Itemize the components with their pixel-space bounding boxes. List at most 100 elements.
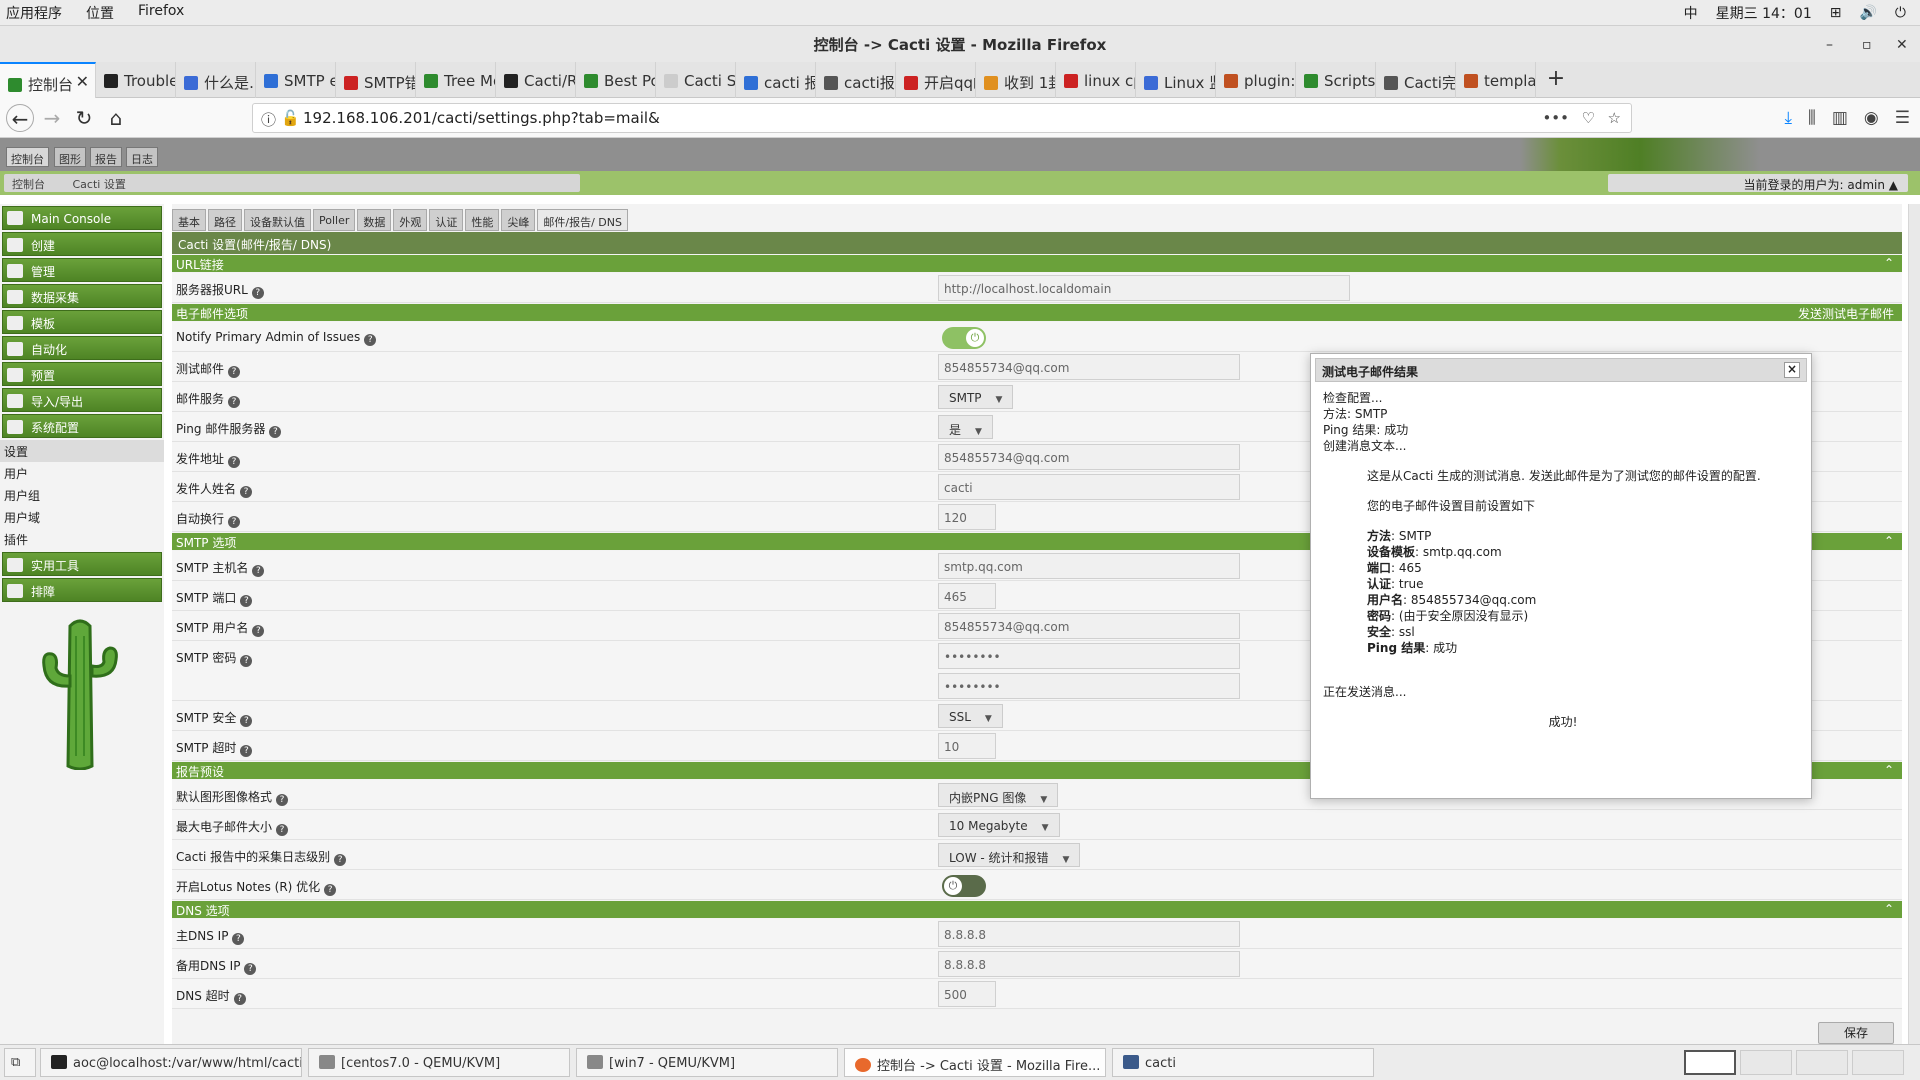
- page-actions-icon[interactable]: •••: [1542, 109, 1569, 127]
- help-icon[interactable]: ?: [232, 933, 245, 945]
- smtp-host-input[interactable]: smtp.qq.com: [938, 553, 1240, 579]
- graph-format-select[interactable]: 内嵌PNG 图像 ▼: [938, 783, 1059, 807]
- help-icon[interactable]: ?: [334, 854, 347, 866]
- close-tab-icon[interactable]: ✕: [76, 72, 89, 91]
- lotus-notes-toggle[interactable]: ⏻: [942, 875, 986, 897]
- primary-dns-input[interactable]: 8.8.8.8: [938, 921, 1240, 947]
- smtp-timeout-input[interactable]: 10: [938, 733, 996, 759]
- main-tab-logs[interactable]: 日志: [126, 147, 158, 167]
- sidebar-item-user-groups[interactable]: 用户组: [0, 484, 164, 506]
- help-icon[interactable]: ?: [269, 426, 282, 438]
- smtp-username-input[interactable]: 854855734@qq.com: [938, 613, 1240, 639]
- menu-presets[interactable]: 预置: [2, 362, 162, 386]
- help-icon[interactable]: ?: [324, 884, 337, 896]
- network-icon[interactable]: ⊞: [1830, 5, 1842, 21]
- menu-templates[interactable]: 模板: [2, 310, 162, 334]
- help-icon[interactable]: ?: [240, 655, 253, 667]
- taskbar-item-firefox[interactable]: 控制台 -> Cacti 设置 - Mozilla Fire...: [844, 1048, 1106, 1077]
- help-icon[interactable]: ?: [240, 715, 253, 727]
- save-button[interactable]: 保存: [1818, 1022, 1894, 1044]
- browser-tab[interactable]: Cacti Scr: [656, 62, 736, 98]
- tab-paths[interactable]: 路径: [208, 209, 242, 231]
- browser-tab[interactable]: 控制台 ✕: [0, 62, 96, 98]
- tab-device-defaults[interactable]: 设备默认值: [244, 209, 311, 231]
- tab-performance[interactable]: 性能: [465, 209, 500, 231]
- tab-data[interactable]: 数据: [357, 209, 392, 231]
- workspace-3[interactable]: [1796, 1050, 1848, 1075]
- clock[interactable]: 星期三 14：01: [1716, 3, 1812, 23]
- smtp-password-confirm-input[interactable]: ••••••••: [938, 673, 1240, 699]
- menu-configuration[interactable]: 系统配置: [2, 414, 162, 438]
- menu-management[interactable]: 管理: [2, 258, 162, 282]
- tab-spikes[interactable]: 尖峰: [501, 209, 536, 231]
- browser-tab[interactable]: Cacti/RE: [496, 62, 576, 98]
- help-icon[interactable]: ?: [276, 824, 289, 836]
- browser-tab[interactable]: 什么是…: [176, 62, 256, 98]
- help-icon[interactable]: ?: [252, 625, 265, 637]
- smtp-port-input[interactable]: 465: [938, 583, 996, 609]
- show-desktop-icon[interactable]: ⧉: [4, 1048, 36, 1077]
- browser-tab[interactable]: cacti 报警: [736, 62, 816, 98]
- menu-import-export[interactable]: 导入/导出: [2, 388, 162, 412]
- help-icon[interactable]: ?: [228, 366, 241, 378]
- menu-data-collection[interactable]: 数据采集: [2, 284, 162, 308]
- sidebar-item-settings[interactable]: 设置: [0, 440, 164, 462]
- sidebar-icon[interactable]: ▥: [1832, 108, 1848, 128]
- firefox-app-menu[interactable]: Firefox: [138, 3, 184, 23]
- help-icon[interactable]: ?: [240, 486, 253, 498]
- menu-automation[interactable]: 自动化: [2, 336, 162, 360]
- server-url-input[interactable]: http://localhost.localdomain: [938, 275, 1350, 301]
- page-scrollbar[interactable]: [1908, 204, 1920, 1044]
- from-address-input[interactable]: 854855734@qq.com: [938, 444, 1240, 470]
- browser-tab[interactable]: 开启qq邮: [896, 62, 976, 98]
- bookmark-star-icon[interactable]: ☆: [1608, 109, 1621, 127]
- input-method-indicator[interactable]: 中: [1684, 3, 1698, 23]
- collapse-icon[interactable]: ⌃: [1884, 763, 1894, 777]
- send-test-email-link[interactable]: 发送测试电子邮件: [1798, 305, 1894, 322]
- help-icon[interactable]: ?: [252, 565, 265, 577]
- browser-tab[interactable]: Best Pos: [576, 62, 656, 98]
- browser-tab[interactable]: plugin:se: [1216, 62, 1296, 98]
- smtp-security-select[interactable]: SSL ▼: [938, 704, 1003, 728]
- browser-tab[interactable]: Linux 监: [1136, 62, 1216, 98]
- workspace-4[interactable]: [1852, 1050, 1904, 1075]
- download-icon[interactable]: ⤓: [1785, 108, 1793, 128]
- secondary-dns-input[interactable]: 8.8.8.8: [938, 951, 1240, 977]
- collapse-icon[interactable]: ⌃: [1884, 534, 1894, 548]
- tab-mail-reporting-dns[interactable]: 邮件/报告/ DNS: [537, 209, 628, 231]
- tab-authentication[interactable]: 认证: [429, 209, 464, 231]
- smtp-password-input[interactable]: ••••••••: [938, 643, 1240, 669]
- help-icon[interactable]: ?: [233, 993, 246, 1005]
- taskbar-item-terminal[interactable]: aoc@localhost:/var/www/html/cacti-...: [40, 1048, 302, 1077]
- sidebar-item-plugins[interactable]: 插件: [0, 528, 164, 550]
- applications-menu[interactable]: 应用程序: [6, 3, 62, 23]
- menu-troubleshooting[interactable]: 排障: [2, 578, 162, 602]
- forward-button[interactable]: →: [38, 104, 66, 132]
- max-email-size-select[interactable]: 10 Megabyte ▼: [938, 813, 1060, 837]
- breadcrumb-console[interactable]: 控制台: [12, 178, 45, 191]
- browser-tab[interactable]: Scripts a: [1296, 62, 1376, 98]
- power-icon[interactable]: ⏻: [1895, 5, 1906, 21]
- log-level-select[interactable]: LOW - 统计和报错 ▼: [938, 843, 1081, 867]
- back-button[interactable]: ←: [6, 104, 34, 132]
- browser-tab[interactable]: template: [1456, 62, 1536, 98]
- close-window-button[interactable]: ✕: [1896, 26, 1908, 64]
- help-icon[interactable]: ?: [228, 456, 241, 468]
- taskbar-item-win7-vm[interactable]: [win7 - QEMU/KVM]: [576, 1048, 838, 1077]
- browser-tab[interactable]: Cacti完全: [1376, 62, 1456, 98]
- library-icon[interactable]: ⫼: [1808, 108, 1816, 128]
- sidebar-item-user-domains[interactable]: 用户域: [0, 506, 164, 528]
- close-icon[interactable]: ×: [1784, 362, 1800, 378]
- browser-tab[interactable]: SMTP er: [256, 62, 336, 98]
- tab-poller[interactable]: Poller: [313, 209, 356, 231]
- info-icon[interactable]: ⓘ: [261, 109, 276, 130]
- logged-in-user[interactable]: 当前登录的用户为: admin ▲: [1608, 174, 1908, 192]
- taskbar-item-cacti[interactable]: cacti: [1112, 1048, 1374, 1077]
- browser-tab[interactable]: Tree Mo: [416, 62, 496, 98]
- minimize-button[interactable]: –: [1826, 26, 1833, 64]
- tab-visual[interactable]: 外观: [393, 209, 428, 231]
- help-icon[interactable]: ?: [364, 334, 377, 346]
- places-menu[interactable]: 位置: [86, 3, 114, 23]
- home-button[interactable]: ⌂: [102, 104, 130, 132]
- main-tab-reports[interactable]: 报告: [90, 147, 122, 167]
